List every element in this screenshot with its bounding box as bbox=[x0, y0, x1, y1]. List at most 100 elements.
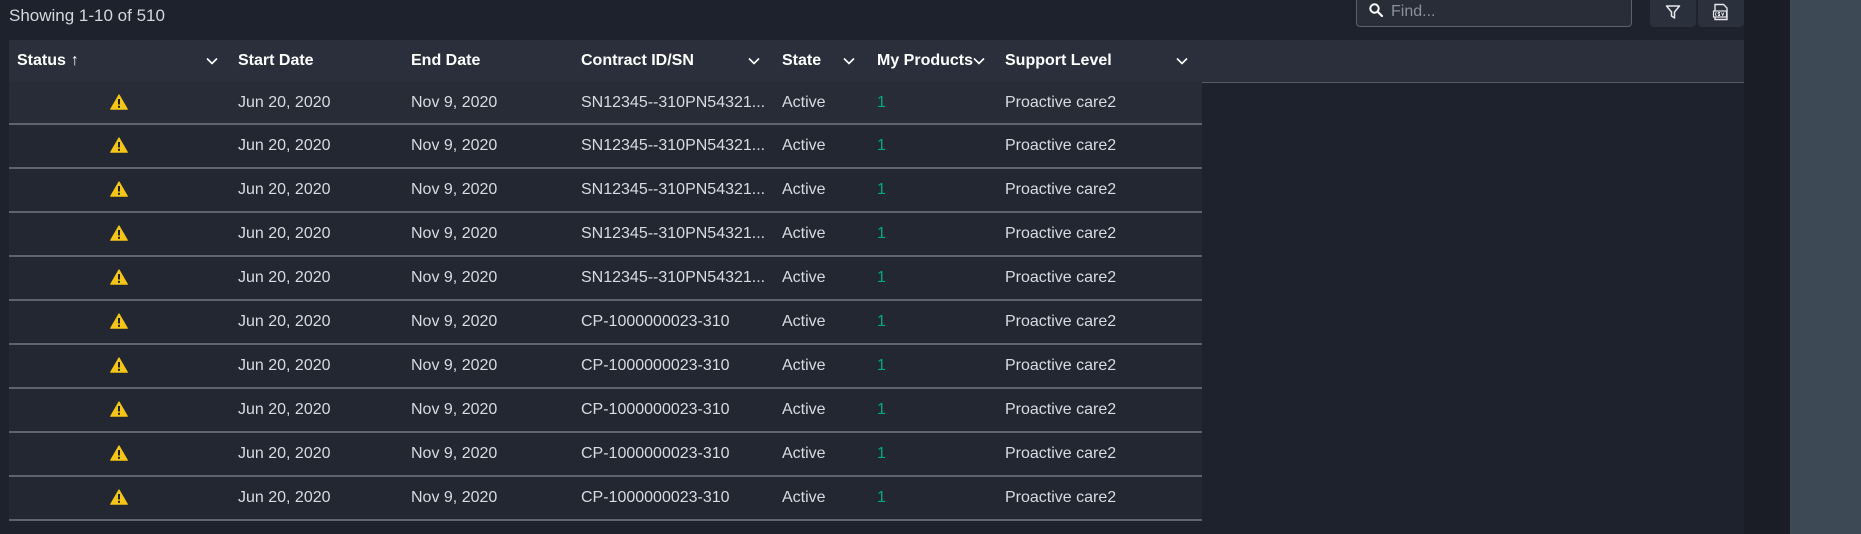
my-products-link[interactable]: 1 bbox=[877, 125, 886, 167]
column-label: My Products bbox=[877, 52, 974, 69]
warning-icon bbox=[110, 181, 128, 197]
state: Active bbox=[782, 225, 826, 242]
export-csv-button[interactable] bbox=[1698, 0, 1744, 27]
warning-icon bbox=[110, 401, 128, 417]
table-row[interactable]: Jun 20, 2020 Nov 9, 2020 SN12345--310PN543… bbox=[9, 169, 1202, 213]
warning-icon bbox=[110, 357, 128, 373]
contract-id[interactable]: CP-1000000023-310 bbox=[581, 389, 773, 431]
state: Active bbox=[782, 357, 826, 374]
chevron-down-icon[interactable] bbox=[747, 54, 761, 68]
search-box[interactable] bbox=[1356, 0, 1632, 27]
table-row[interactable]: Jun 20, 2020 Nov 9, 2020 SN12345--310PN543… bbox=[9, 82, 1202, 125]
column-header-end-date[interactable]: End Date bbox=[411, 40, 480, 82]
warning-icon bbox=[110, 137, 128, 153]
start-date: Jun 20, 2020 bbox=[238, 94, 331, 111]
my-products-link[interactable]: 1 bbox=[877, 433, 886, 475]
column-label: Contract ID/SN bbox=[581, 52, 694, 69]
my-products-link[interactable]: 1 bbox=[877, 389, 886, 431]
column-header-start-date[interactable]: Start Date bbox=[238, 40, 314, 82]
support-level: Proactive care2 bbox=[1005, 445, 1117, 462]
support-level: Proactive care2 bbox=[1005, 313, 1117, 330]
start-date: Jun 20, 2020 bbox=[238, 137, 331, 154]
warning-icon bbox=[110, 225, 128, 241]
column-label: Status bbox=[17, 52, 66, 69]
support-level: Proactive care2 bbox=[1005, 357, 1117, 374]
state: Active bbox=[782, 489, 826, 506]
column-label: State bbox=[782, 52, 822, 69]
start-date: Jun 20, 2020 bbox=[238, 225, 331, 242]
column-header-status[interactable]: Status ↑ bbox=[17, 40, 79, 82]
table-row[interactable]: Jun 20, 2020 Nov 9, 2020 CP-1000000023-310… bbox=[9, 477, 1202, 521]
warning-icon bbox=[110, 94, 128, 110]
table-row[interactable]: Jun 20, 2020 Nov 9, 2020 CP-1000000023-310… bbox=[9, 345, 1202, 389]
contract-id[interactable]: SN12345--310PN54321... bbox=[581, 213, 773, 255]
table-row[interactable]: Jun 20, 2020 Nov 9, 2020 CP-1000000023-310… bbox=[9, 301, 1202, 345]
end-date: Nov 9, 2020 bbox=[411, 357, 498, 374]
column-header-support-level[interactable]: Support Level bbox=[1005, 40, 1112, 82]
table-row[interactable]: Jun 20, 2020 Nov 9, 2020 CP-1000000023-310… bbox=[9, 433, 1202, 477]
state: Active bbox=[782, 269, 826, 286]
state: Active bbox=[782, 313, 826, 330]
start-date: Jun 20, 2020 bbox=[238, 181, 331, 198]
table-row[interactable]: Jun 20, 2020 Nov 9, 2020 CP-1000000023-310… bbox=[9, 389, 1202, 433]
contract-id[interactable]: SN12345--310PN54321... bbox=[581, 82, 773, 124]
chevron-down-icon[interactable] bbox=[205, 54, 219, 68]
column-header-my-products[interactable]: My Products bbox=[877, 40, 973, 82]
start-date: Jun 20, 2020 bbox=[238, 313, 331, 330]
chevron-down-icon[interactable] bbox=[842, 54, 856, 68]
sort-ascending-icon: ↑ bbox=[70, 52, 79, 69]
support-level: Proactive care2 bbox=[1005, 225, 1117, 242]
support-level: Proactive care2 bbox=[1005, 94, 1117, 111]
warning-icon bbox=[110, 489, 128, 505]
end-date: Nov 9, 2020 bbox=[411, 94, 498, 111]
scroll-gutter bbox=[1744, 0, 1790, 534]
search-input[interactable] bbox=[1389, 0, 1623, 25]
start-date: Jun 20, 2020 bbox=[238, 489, 331, 506]
support-level: Proactive care2 bbox=[1005, 401, 1117, 418]
state: Active bbox=[782, 94, 826, 111]
right-side-panel bbox=[1790, 0, 1861, 534]
chevron-down-icon[interactable] bbox=[972, 54, 986, 68]
table-row[interactable]: Jun 20, 2020 Nov 9, 2020 SN12345--310PN543… bbox=[9, 257, 1202, 301]
contract-id[interactable]: SN12345--310PN54321... bbox=[581, 257, 773, 299]
contract-id[interactable]: CP-1000000023-310 bbox=[581, 301, 773, 343]
my-products-link[interactable]: 1 bbox=[877, 82, 886, 124]
results-summary: Showing 1-10 of 510 bbox=[9, 6, 165, 25]
support-level: Proactive care2 bbox=[1005, 489, 1117, 506]
my-products-link[interactable]: 1 bbox=[877, 345, 886, 387]
state: Active bbox=[782, 401, 826, 418]
filter-button[interactable] bbox=[1650, 0, 1696, 27]
table-row[interactable]: Jun 20, 2020 Nov 9, 2020 SN12345--310PN543… bbox=[9, 125, 1202, 169]
contract-id[interactable]: SN12345--310PN54321... bbox=[581, 125, 773, 167]
contract-id[interactable]: CP-1000000023-310 bbox=[581, 433, 773, 475]
contract-id[interactable]: CP-1000000023-310 bbox=[581, 477, 773, 519]
warning-icon bbox=[110, 313, 128, 329]
state: Active bbox=[782, 181, 826, 198]
search-icon bbox=[1369, 3, 1383, 17]
column-label: Support Level bbox=[1005, 52, 1112, 69]
start-date: Jun 20, 2020 bbox=[238, 357, 331, 374]
contract-id[interactable]: SN12345--310PN54321... bbox=[581, 169, 773, 211]
column-header-state[interactable]: State bbox=[782, 40, 821, 82]
filter-icon bbox=[1665, 4, 1681, 19]
contract-id[interactable]: CP-1000000023-310 bbox=[581, 345, 773, 387]
end-date: Nov 9, 2020 bbox=[411, 225, 498, 242]
start-date: Jun 20, 2020 bbox=[238, 445, 331, 462]
contracts-table: Status ↑ Start Date End Date Contract ID… bbox=[9, 40, 1202, 521]
end-date: Nov 9, 2020 bbox=[411, 401, 498, 418]
column-header-contract-id[interactable]: Contract ID/SN bbox=[581, 40, 694, 82]
table-header: Status ↑ Start Date End Date Contract ID… bbox=[9, 40, 1202, 82]
state: Active bbox=[782, 137, 826, 154]
end-date: Nov 9, 2020 bbox=[411, 489, 498, 506]
warning-icon bbox=[110, 445, 128, 461]
table-row[interactable]: Jun 20, 2020 Nov 9, 2020 SN12345--310PN543… bbox=[9, 213, 1202, 257]
column-label: End Date bbox=[411, 52, 481, 69]
my-products-link[interactable]: 1 bbox=[877, 257, 886, 299]
my-products-link[interactable]: 1 bbox=[877, 477, 886, 519]
chevron-down-icon[interactable] bbox=[1175, 54, 1189, 68]
my-products-link[interactable]: 1 bbox=[877, 301, 886, 343]
start-date: Jun 20, 2020 bbox=[238, 401, 331, 418]
my-products-link[interactable]: 1 bbox=[877, 213, 886, 255]
my-products-link[interactable]: 1 bbox=[877, 169, 886, 211]
state: Active bbox=[782, 445, 826, 462]
